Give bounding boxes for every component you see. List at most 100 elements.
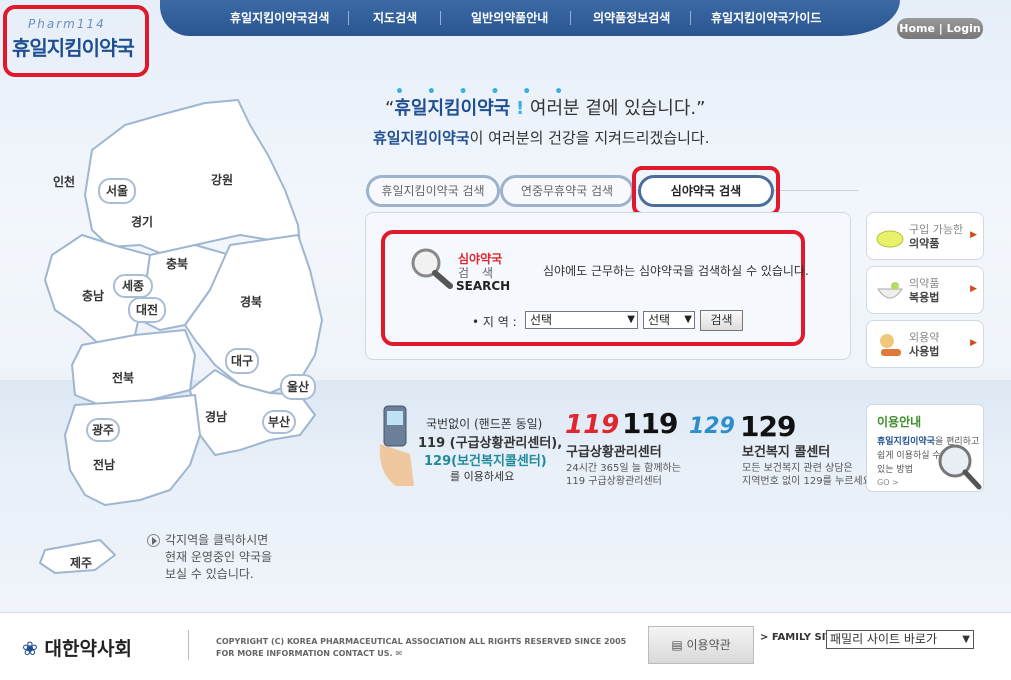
map-hint-line: 보실 수 있습니다.	[165, 567, 254, 581]
tab-highlight	[632, 166, 780, 216]
emergency-line3: 129(보건복지콜센터)	[424, 454, 547, 469]
side-card-dosage[interactable]: 의약품 복용법 ▶	[866, 266, 984, 314]
region-gyeonggi[interactable]: 경기	[131, 213, 153, 230]
subheadline-rest: 이 여러분의 건강을 지켜드리겠습니다.	[469, 129, 710, 147]
desc-129: 지역번호 없이 129를 누르세요.	[742, 476, 876, 487]
map-hint: 각지역을 클릭하시면 현재 운영중인 약국을 보실 수 있습니다.	[165, 532, 272, 583]
headline: “휴일지킴이약국 ! 여러분 곁에 있습니다.”	[385, 94, 705, 120]
region-chungnam[interactable]: 충남	[82, 287, 104, 304]
side-card-otc[interactable]: 구입 가능한 의약품 ▶	[866, 212, 984, 260]
home-login-button[interactable]: Home | Login	[897, 18, 983, 39]
phone-icon	[379, 405, 414, 486]
nav-separator	[690, 11, 691, 25]
chevron-down-icon: ▼	[627, 314, 635, 325]
family-site-select[interactable]: 패밀리 사이트 바로가 ▼	[826, 630, 974, 649]
search-description: 심야에도 근무하는 심야약국을 검색하실 수 있습니다.	[543, 264, 809, 278]
region-daejeon[interactable]: 대전	[128, 297, 166, 323]
usage-info-line: 쉽게 이용하실 수	[877, 451, 941, 461]
region-select-value: 선택	[530, 313, 553, 327]
side-card-external[interactable]: 외용약 사용법 ▶	[866, 320, 984, 368]
magnifier-icon	[411, 248, 453, 289]
map-hint-line: 현재 운영중인 약국을	[165, 550, 272, 564]
logo-129: 129	[689, 414, 735, 439]
headline-quote: “	[385, 98, 395, 119]
region-sejong[interactable]: 세종	[113, 274, 153, 298]
ointment-icon	[880, 334, 901, 356]
nav-drug-info-search[interactable]: 의약품정보검색	[593, 9, 670, 26]
region-seoul[interactable]: 서울	[98, 178, 136, 204]
title-129: 보건복지 콜센터	[742, 445, 831, 460]
usage-info-title: 이용안내	[877, 415, 922, 429]
nav-map-search[interactable]: 지도검색	[373, 9, 417, 26]
district-select[interactable]: 선택 ▼	[643, 311, 695, 329]
usage-info-line: 있는 방법	[877, 465, 913, 475]
copyright: COPYRIGHT (C) KOREA PHARMACEUTICAL ASSOC…	[216, 636, 626, 660]
region-jeonnam[interactable]: 전남	[93, 456, 115, 473]
chevron-down-icon: ▼	[684, 314, 692, 325]
number-119: 119	[622, 407, 678, 440]
arrow-right-icon: ▶	[970, 338, 977, 348]
region-jeju[interactable]: 제주	[70, 554, 92, 571]
copyright-line: COPYRIGHT (C) KOREA PHARMACEUTICAL ASSOC…	[216, 637, 627, 646]
side-card-line2: 복용법	[909, 291, 940, 304]
region-incheon[interactable]: 인천	[53, 173, 75, 190]
mortar-icon	[877, 282, 903, 299]
arrow-right-icon: ▶	[970, 230, 977, 240]
arrow-right-icon: ▶	[970, 284, 977, 294]
usage-info-card[interactable]: 이용안내 휴일지킴이약국을 편리하고 쉽게 이용하실 수 있는 방법 GO >	[866, 404, 984, 492]
side-card-line2: 사용법	[909, 345, 940, 358]
mail-icon[interactable]: ✉	[395, 649, 402, 658]
site-logo[interactable]: 휴일지킴이약국	[12, 32, 135, 61]
region-gangwon[interactable]: 강원	[211, 171, 233, 188]
region-shape-jeonnam[interactable]	[64, 394, 201, 506]
document-icon: ▤	[671, 638, 683, 652]
headline-mark: !	[515, 98, 525, 119]
usage-info-brand: 휴일지킴이약국	[877, 437, 935, 447]
pill-icon	[876, 230, 904, 248]
search-button[interactable]: 검색	[700, 310, 743, 331]
region-ulsan[interactable]: 울산	[280, 374, 316, 400]
nav-separator	[348, 11, 349, 25]
title-119: 구급상황관리센터	[566, 445, 662, 460]
kpa-emblem-icon: ❀	[22, 638, 38, 660]
region-select[interactable]: 선택 ▼	[525, 311, 638, 329]
region-jeonbuk[interactable]: 전북	[112, 369, 134, 386]
nav-separator	[440, 11, 441, 25]
logo-119: 119	[565, 410, 620, 440]
tab-yearround-search[interactable]: 연중무휴약국 검색	[500, 175, 634, 207]
region-gyeongnam[interactable]: 경남	[205, 408, 227, 425]
terms-button[interactable]: ▤ 이용약관	[648, 626, 754, 664]
tab-holiday-search[interactable]: 휴일지킴이약국 검색	[366, 175, 500, 207]
area-label: • 지 역 :	[472, 315, 517, 329]
copyright-line: FOR MORE INFORMATION CONTACT US. ✉	[216, 648, 626, 660]
go-link[interactable]: GO >	[877, 478, 899, 487]
footer-divider	[188, 630, 189, 660]
region-gyeongbuk[interactable]: 경북	[240, 293, 262, 310]
contact-text: FOR MORE INFORMATION CONTACT US.	[216, 649, 393, 658]
emergency-line2: 119 (구급상황관리센터),	[418, 436, 563, 451]
region-shape-jeonbuk[interactable]	[71, 329, 196, 406]
search-title-en: SEARCH	[456, 279, 511, 293]
nav-otc-info[interactable]: 일반의약품안내	[471, 9, 548, 26]
number-129: 129	[740, 410, 796, 443]
emergency-line4: 를 이용하세요	[450, 470, 515, 483]
region-gwangju[interactable]: 광주	[86, 418, 120, 442]
top-nav: 휴일지킴이약국검색 지도검색 일반의약품안내 의약품정보검색 휴일지킴이약국가이…	[160, 0, 900, 36]
district-select-value: 선택	[648, 313, 671, 327]
korea-map[interactable]	[0, 95, 340, 585]
magnifier-icon	[938, 444, 982, 490]
map-hint-line: 각지역을 클릭하시면	[165, 533, 269, 547]
nav-separator	[570, 11, 571, 25]
nav-guide[interactable]: 휴일지킴이약국가이드	[711, 9, 821, 26]
side-card-line2: 의약품	[909, 237, 940, 250]
terms-label: 이용약관	[686, 638, 731, 652]
nav-holiday-search[interactable]: 휴일지킴이약국검색	[230, 9, 329, 26]
kpa-name: 대한약사회	[44, 638, 132, 660]
region-daegu[interactable]: 대구	[225, 348, 259, 374]
region-chungbuk[interactable]: 충북	[166, 255, 188, 272]
kpa-logo: ❀ 대한약사회	[22, 634, 132, 661]
play-icon	[147, 534, 160, 547]
desc-119: 119 구급상황관리센터	[566, 476, 662, 487]
region-busan[interactable]: 부산	[262, 410, 296, 434]
family-site-value: 패밀리 사이트 바로가	[830, 632, 937, 646]
